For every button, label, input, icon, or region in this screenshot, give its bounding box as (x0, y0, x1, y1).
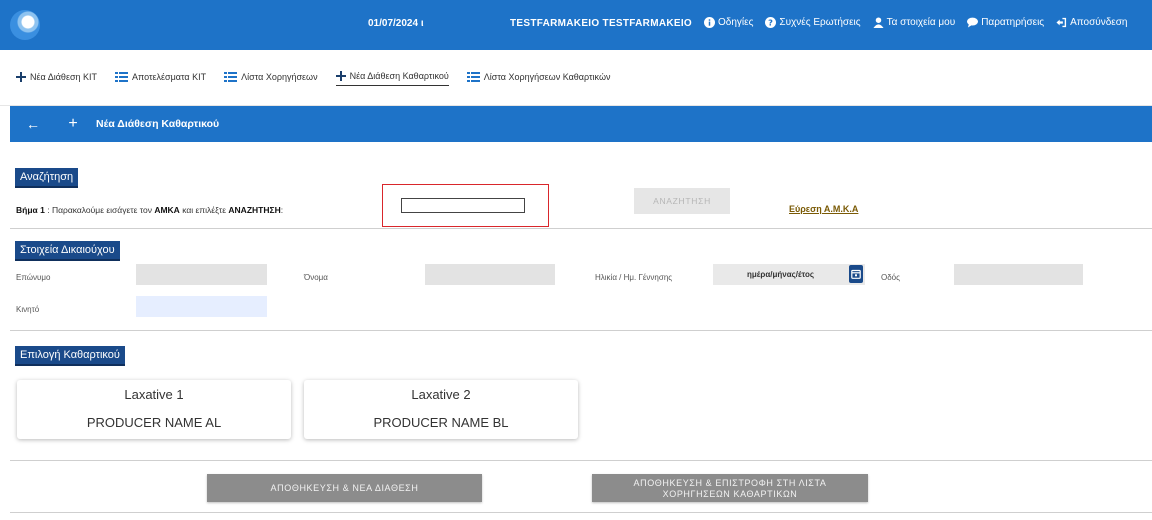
plus-icon: + (68, 115, 78, 132)
surname-field[interactable] (136, 264, 267, 285)
info-icon (704, 17, 715, 28)
search-section-label: Αναζήτηση (15, 168, 79, 188)
divider (10, 460, 1152, 461)
nav-kit-results[interactable]: Αποτελέσματα ΚΙΤ (115, 71, 206, 86)
laxative-card-2[interactable]: Laxative 2 PRODUCER NAME BL (304, 380, 578, 439)
svg-text:?: ? (769, 18, 774, 28)
save-return-button[interactable]: ΑΠΟΘΗΚΕΥΣΗ & ΕΠΙΣΤΡΟΦΗ ΣΤΗ ΛΙΣΤΑ ΧΟΡΗΓΗΣΕ… (592, 474, 868, 502)
step-text-2: και επιλέξτε (179, 205, 229, 215)
nav-administrations-list[interactable]: Λίστα Χορηγήσεων (224, 71, 318, 86)
page-title: Νέα Διάθεση Καθαρτικού (96, 118, 220, 130)
list-icon (224, 71, 238, 82)
laxative-name: Laxative 1 (124, 387, 184, 402)
plus-icon (16, 71, 26, 82)
pharmacy-name: TESTFARMAKEIO TESTFARMAKEIO (510, 18, 692, 29)
mobile-label: Κινητό (16, 305, 40, 314)
calendar-button[interactable] (849, 265, 863, 283)
secondary-nav: Νέα Διάθεση ΚΙΤ Αποτελέσματα ΚΙΤ Λίστα Χ… (0, 50, 1152, 106)
date-placeholder: ημέρα/μήνας/έτος (747, 270, 815, 279)
name-label: Όνομα (304, 273, 328, 282)
save-return-line1: ΑΠΟΘΗΚΕΥΣΗ & ΕΠΙΣΤΡΟΦΗ ΣΤΗ ΛΙΣΤΑ (633, 477, 827, 488)
logout-link[interactable]: Αποσύνδεση (1056, 17, 1128, 28)
producer-name: PRODUCER NAME AL (86, 415, 222, 430)
list-icon (466, 71, 480, 82)
nav-new-laxative[interactable]: Νέα Διάθεση Καθαρτικού (335, 71, 449, 86)
producer-name: PRODUCER NAME BL (373, 415, 509, 430)
save-return-line2: ΧΟΡΗΓΗΣΕΩΝ ΚΑΘΑΡΤΙΚΩΝ (662, 488, 798, 499)
divider (10, 330, 1152, 331)
step-search: ΑΝΑΖΗΤΗΣΗ (228, 205, 281, 215)
find-amka-link[interactable]: Εύρεση Α.Μ.Κ.Α (789, 204, 858, 214)
laxative-section-label: Επιλογή Καθαρτικού (15, 346, 125, 366)
beneficiary-section-label: Στοιχεία Δικαιούχου (15, 241, 120, 261)
my-details-link[interactable]: Τα στοιχεία μου (873, 17, 956, 28)
top-bar: 01/07/2024 ι TESTFARMAKEIO TESTFARMAKEIO… (0, 0, 1152, 50)
laxative-card-1[interactable]: Laxative 1 PRODUCER NAME AL (17, 380, 291, 439)
birthdate-field[interactable]: ημέρα/μήνας/έτος (713, 264, 865, 285)
page-title-bar: ← + Νέα Διάθεση Καθαρτικού (10, 106, 1152, 142)
list-icon (115, 71, 129, 82)
age-label: Ηλικία / Ημ. Γέννησης (595, 273, 673, 282)
guides-label: Οδηγίες (718, 17, 754, 28)
search-instructions: Βήμα 1 : Παρακαλούμε εισάγετε τον ΑΜΚΑ κ… (16, 205, 283, 215)
laxative-name: Laxative 2 (411, 387, 471, 402)
calendar-icon (851, 269, 861, 279)
nav-laxative-list[interactable]: Λίστα Χορηγήσεων Καθαρτικών (466, 71, 611, 86)
step-amka: ΑΜΚΑ (154, 205, 180, 215)
current-date: 01/07/2024 ι (368, 18, 424, 29)
nav-kit-results-label: Αποτελέσματα ΚΙΤ (132, 71, 207, 82)
comment-icon (967, 17, 979, 28)
divider (10, 228, 1152, 229)
app-logo[interactable] (10, 10, 40, 40)
my-details-label: Τα στοιχεία μου (886, 17, 956, 28)
search-button[interactable]: ΑΝΑΖΗΤΗΣΗ (634, 188, 730, 214)
divider (10, 512, 1152, 513)
guides-link[interactable]: Οδηγίες (704, 17, 753, 28)
user-icon (873, 17, 884, 28)
step-label: Βήμα 1 (16, 205, 45, 215)
street-label: Οδός (881, 273, 900, 282)
top-links: Οδηγίες ? Συχνές Ερωτήσεις Τα στοιχεία μ… (704, 17, 1128, 28)
street-field[interactable] (954, 264, 1083, 285)
nav-administrations-list-label: Λίστα Χορηγήσεων (241, 71, 318, 82)
amka-input[interactable] (401, 198, 525, 213)
step-text-1: : Παρακαλούμε εισάγετε τον (44, 205, 155, 215)
nav-new-laxative-label: Νέα Διάθεση Καθαρτικού (349, 71, 449, 81)
nav-new-kit[interactable]: Νέα Διάθεση ΚΙΤ (16, 71, 97, 86)
surname-label: Επώνυμο (16, 273, 51, 282)
nav-new-kit-label: Νέα Διάθεση ΚΙΤ (30, 71, 98, 82)
logout-icon (1056, 17, 1067, 28)
faq-label: Συχνές Ερωτήσεις (779, 17, 861, 28)
step-text-3: : (280, 205, 284, 215)
name-field[interactable] (425, 264, 555, 285)
plus-icon (335, 71, 346, 81)
faq-link[interactable]: ? Συχνές Ερωτήσεις (765, 17, 861, 28)
nav-laxative-list-label: Λίστα Χορηγήσεων Καθαρτικών (483, 71, 611, 82)
save-new-button[interactable]: ΑΠΟΘΗΚΕΥΣΗ & ΝΕΑ ΔΙΑΘΕΣΗ (207, 474, 482, 502)
logout-label: Αποσύνδεση (1070, 17, 1128, 28)
mobile-field[interactable] (136, 296, 267, 317)
back-button[interactable]: ← (20, 115, 46, 133)
comments-label: Παρατηρήσεις (981, 17, 1045, 28)
comments-link[interactable]: Παρατηρήσεις (967, 17, 1044, 28)
question-icon: ? (765, 17, 777, 28)
